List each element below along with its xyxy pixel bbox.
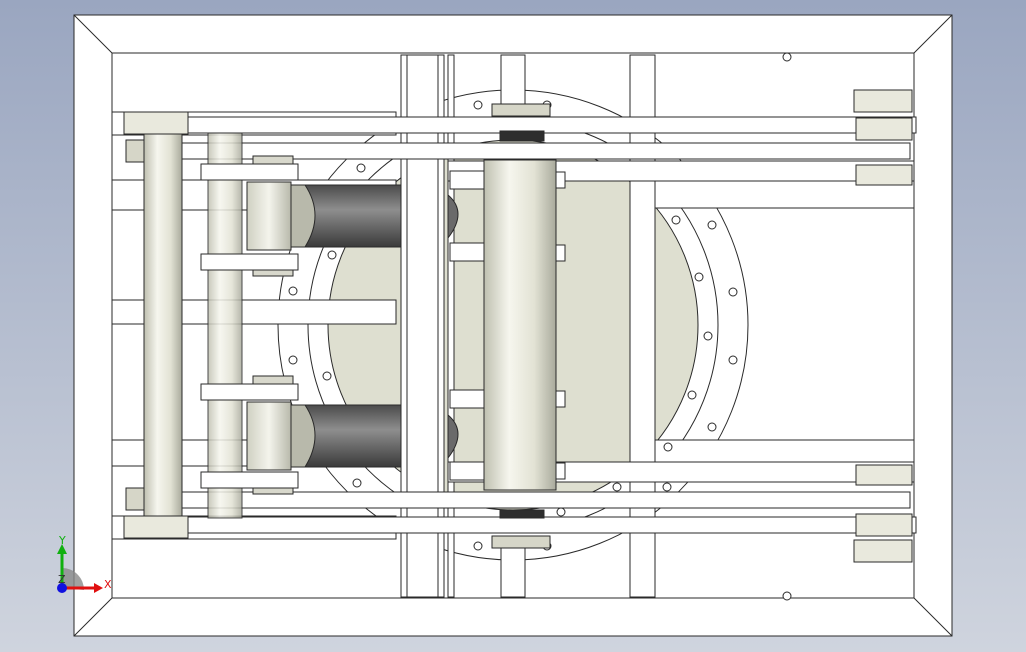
- y-axis-label: Y: [58, 534, 66, 547]
- z-axis-label: Z: [58, 573, 66, 586]
- x-axis-label: X: [104, 578, 112, 591]
- cad-viewport[interactable]: Y X Z: [0, 0, 1026, 652]
- cad-drawing: Y X Z: [57, 14, 953, 637]
